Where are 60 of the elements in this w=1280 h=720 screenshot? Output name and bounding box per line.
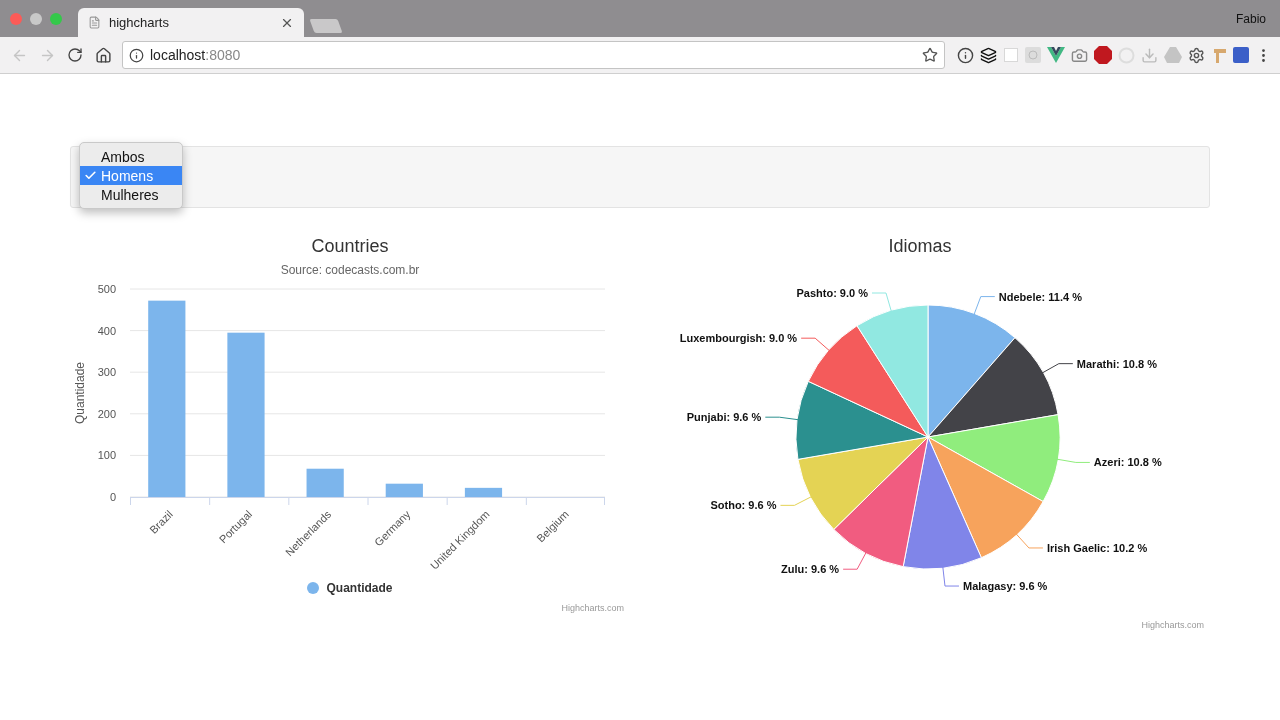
bar[interactable] [464, 487, 503, 497]
y-tick-label: 300 [97, 366, 116, 379]
menu-option[interactable]: Mulheres [80, 185, 182, 204]
chart-subtitle: Source: codecasts.com.br [280, 263, 420, 277]
url-port: :8080 [205, 47, 241, 63]
bar[interactable] [306, 468, 344, 497]
new-tab-button[interactable] [309, 19, 343, 33]
pie-slice[interactable] [927, 337, 1059, 438]
page-icon [88, 16, 101, 29]
info-icon[interactable] [129, 47, 144, 63]
home-icon[interactable] [94, 46, 112, 64]
leader-line [780, 495, 813, 506]
leader-line [842, 551, 868, 570]
pie-slice[interactable] [927, 414, 1061, 503]
download-icon[interactable] [1141, 46, 1158, 64]
slice-label: Luxembourgish: 9.0 % [679, 332, 798, 345]
check-icon [84, 169, 97, 182]
menu-option[interactable]: Ambos [80, 147, 182, 166]
bookmark-star-icon[interactable] [922, 47, 938, 63]
slice-label: Zulu: 9.6 % [781, 563, 840, 576]
leader-line [871, 292, 893, 313]
stop-sign-icon[interactable] [1094, 46, 1112, 64]
reload-icon[interactable] [67, 47, 83, 63]
camera-icon[interactable] [1071, 46, 1088, 64]
settings-icon[interactable] [1188, 46, 1205, 64]
y-tick-label: 500 [97, 283, 116, 295]
slice-label: Malagasy: 9.6 % [963, 580, 1048, 593]
browser-tab[interactable]: highcharts [78, 8, 304, 37]
legend-label[interactable]: Quantidade [326, 581, 393, 595]
leader-line [764, 416, 800, 421]
slice-label: Punjabi: 9.6 % [686, 411, 762, 424]
leader-line [973, 296, 996, 316]
slice-label: Sotho: 9.6 % [710, 499, 777, 512]
leader-line [800, 337, 831, 352]
legend-dot [307, 582, 320, 594]
leader-line [1014, 532, 1044, 549]
slice-label: Azeri: 10.8 % [1093, 456, 1162, 469]
y-tick-label: 0 [109, 491, 116, 503]
y-axis-title: Quantidade [73, 361, 87, 425]
y-tick-label: 400 [97, 324, 116, 337]
url-host: localhost [150, 47, 206, 63]
slice-label: Ndebele: 11.4 % [998, 290, 1082, 303]
v-logo-icon[interactable] [1047, 47, 1065, 63]
leader-line [1055, 458, 1091, 463]
layers-icon[interactable] [980, 46, 997, 64]
slice-label: Irish Gaelic: 10.2 % [1046, 541, 1148, 554]
y-tick-label: 100 [97, 449, 116, 462]
leader-line [1040, 363, 1074, 374]
leader-line [942, 565, 960, 587]
bar[interactable] [385, 483, 423, 497]
info-icon[interactable] [957, 46, 974, 64]
chart-title: Countries [311, 236, 389, 257]
slice-label: Marathi: 10.8 % [1076, 357, 1157, 370]
chart-title: Idiomas [888, 236, 952, 257]
profile-name[interactable]: Fabio [1235, 12, 1266, 26]
slice-label: Pashto: 9.0 % [796, 287, 868, 299]
address-bar[interactable]: localhost:8080 [122, 41, 945, 69]
minimize-window-button[interactable] [30, 12, 42, 25]
y-tick-label: 200 [97, 407, 116, 420]
menu-option[interactable]: Homens [80, 166, 182, 185]
